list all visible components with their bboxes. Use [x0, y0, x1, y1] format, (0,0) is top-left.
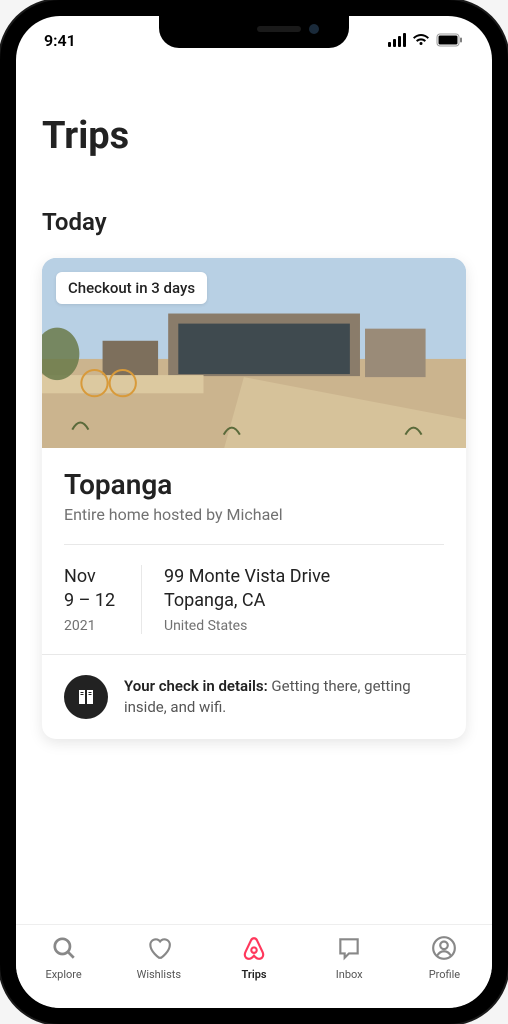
content-area[interactable]: Trips Today [16, 64, 492, 924]
battery-icon [436, 33, 464, 47]
trip-date-range: 9 – 12 [64, 589, 119, 613]
cellular-icon [388, 33, 406, 47]
chat-icon [336, 935, 362, 964]
tab-inbox[interactable]: Inbox [302, 935, 397, 981]
airbnb-logo-icon [241, 935, 267, 964]
checkin-label: Your check in details: [124, 677, 268, 695]
trip-address: 99 Monte Vista Drive Topanga, CA United … [164, 565, 330, 634]
heart-icon [146, 935, 172, 964]
section-title: Today [42, 208, 466, 236]
trip-details: Nov 9 – 12 2021 99 Monte Vista Drive Top… [64, 544, 444, 654]
address-line1: 99 Monte Vista Drive [164, 565, 330, 589]
checkin-text: Your check in details: Getting there, ge… [124, 676, 444, 718]
search-icon [51, 935, 77, 964]
trip-dates: Nov 9 – 12 2021 [64, 565, 142, 634]
tab-label: Wishlists [137, 968, 181, 981]
trip-body: Topanga Entire home hosted by Michael No… [42, 448, 466, 654]
status-indicators [388, 33, 464, 47]
tab-label: Explore [45, 968, 81, 981]
tab-label: Profile [429, 968, 460, 981]
trip-year: 2021 [64, 618, 119, 634]
address-country: United States [164, 618, 330, 634]
tab-bar: Explore Wishlists Trips Inbox [16, 924, 492, 1008]
checkin-row[interactable]: Your check in details: Getting there, ge… [42, 654, 466, 739]
tab-wishlists[interactable]: Wishlists [111, 935, 206, 981]
notch [159, 16, 349, 48]
tab-label: Trips [241, 968, 266, 981]
trip-host: Entire home hosted by Michael [64, 505, 444, 524]
device-frame: 9:41 Trips Today [0, 0, 508, 1024]
page-title: Trips [42, 114, 466, 158]
tab-label: Inbox [336, 968, 363, 981]
profile-icon [431, 935, 457, 964]
trip-card[interactable]: Checkout in 3 days Topanga Entire home h… [42, 258, 466, 739]
screen: 9:41 Trips Today [16, 16, 492, 1008]
trip-location: Topanga [64, 468, 444, 501]
tab-trips[interactable]: Trips [206, 935, 301, 981]
tab-profile[interactable]: Profile [397, 935, 492, 981]
trip-month: Nov [64, 565, 119, 589]
wifi-icon [412, 33, 430, 47]
checkout-badge: Checkout in 3 days [56, 272, 207, 304]
tab-explore[interactable]: Explore [16, 935, 111, 981]
status-time: 9:41 [44, 31, 76, 50]
guidebook-icon [64, 675, 108, 719]
address-line2: Topanga, CA [164, 589, 330, 613]
trip-image: Checkout in 3 days [42, 258, 466, 448]
